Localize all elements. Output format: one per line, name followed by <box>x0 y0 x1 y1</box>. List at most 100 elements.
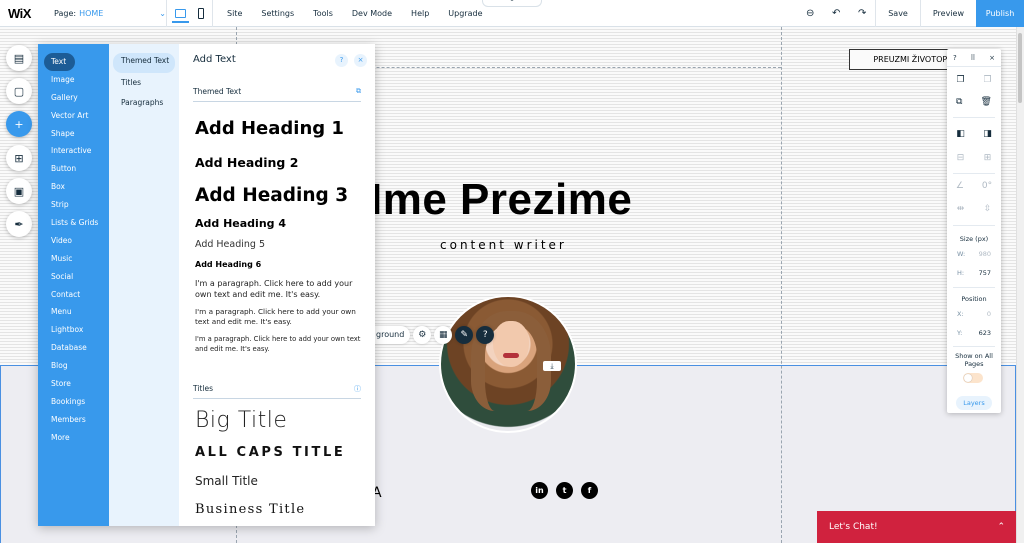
menu-upgrade[interactable]: Upgrade <box>448 9 482 18</box>
download-icon[interactable]: ⤓ <box>543 361 561 371</box>
twitter-icon[interactable]: t <box>556 482 573 499</box>
x-field[interactable]: X: 0 <box>957 310 991 318</box>
category-shape[interactable]: Shape <box>38 125 109 143</box>
menu-help[interactable]: Help <box>411 9 429 18</box>
category-store[interactable]: Store <box>38 375 109 393</box>
desktop-icon[interactable] <box>172 8 189 23</box>
size-label: Size (px) <box>959 235 989 243</box>
close-icon[interactable]: × <box>354 54 367 67</box>
category-gallery[interactable]: Gallery <box>38 89 109 107</box>
subcategory-titles[interactable]: Titles <box>109 75 179 95</box>
paragraph-1-preset[interactable]: I'm a paragraph. Click here to add your … <box>195 278 367 300</box>
match-size-icon[interactable]: ◨ <box>983 129 992 139</box>
page-selector[interactable]: Page: HOME ⌄ <box>54 9 166 18</box>
menu-settings[interactable]: Settings <box>261 9 294 18</box>
pages-menu-icon[interactable]: ▤ <box>6 45 32 71</box>
publish-button[interactable]: Publish <box>976 0 1024 27</box>
menu-site[interactable]: Site <box>227 9 242 18</box>
help-icon[interactable]: ? <box>953 54 957 62</box>
scrollbar[interactable] <box>1016 27 1024 543</box>
help-icon[interactable]: ? <box>335 54 348 67</box>
left-rail: ▤ ▢ + ⊞ ▣ ✒ <box>0 27 38 543</box>
media-icon[interactable]: ▣ <box>6 178 32 204</box>
category-video[interactable]: Video <box>38 232 109 250</box>
category-lists-grids[interactable]: Lists & Grids <box>38 214 109 232</box>
pen-nib-icon[interactable]: ✒ <box>6 211 32 237</box>
category-lightbox[interactable]: Lightbox <box>38 321 109 339</box>
copy-row: ❐ ❐ <box>947 75 1001 85</box>
category-database[interactable]: Database <box>38 339 109 357</box>
big-title-preset[interactable]: Big Title <box>195 408 287 433</box>
category-text[interactable]: Text <box>44 53 75 71</box>
heading-3-preset[interactable]: Add Heading 3 <box>195 185 348 206</box>
height-field[interactable]: H: 757 <box>957 269 991 277</box>
arrange-icon[interactable]: ◧ <box>956 129 965 139</box>
all-caps-title-preset[interactable]: ALL CAPS TITLE <box>195 445 345 460</box>
facebook-icon[interactable]: f <box>581 482 598 499</box>
rotation-value: 0° <box>981 181 993 191</box>
site-name-heading[interactable]: Ime Prezime <box>370 175 632 225</box>
heading-1-preset[interactable]: Add Heading 1 <box>195 118 344 139</box>
category-bookings[interactable]: Bookings <box>38 393 109 411</box>
info-icon[interactable]: ⓘ <box>354 384 361 394</box>
menu-dev-mode[interactable]: Dev Mode <box>352 9 392 18</box>
undo-icon[interactable]: ↶ <box>823 8 849 19</box>
trash-icon[interactable]: 🗑 <box>981 97 992 107</box>
category-button[interactable]: Button <box>38 160 109 178</box>
category-menu[interactable]: Menu <box>38 303 109 321</box>
business-title-preset[interactable]: Business Title <box>195 502 305 517</box>
heading-2-preset[interactable]: Add Heading 2 <box>195 155 298 170</box>
menu-tools[interactable]: Tools <box>313 9 333 18</box>
show-on-all-pages-toggle[interactable] <box>963 373 983 383</box>
category-strip[interactable]: Strip <box>38 196 109 214</box>
save-button[interactable]: Save <box>875 0 920 27</box>
category-contact[interactable]: Contact <box>38 286 109 304</box>
add-apps-icon[interactable]: ⊞ <box>6 145 32 171</box>
heading-6-preset[interactable]: Add Heading 6 <box>195 260 261 269</box>
subcategory-paragraphs[interactable]: Paragraphs <box>109 95 179 115</box>
width-field[interactable]: W: 980 <box>957 250 991 258</box>
flip-horizontal-icon: ⇹ <box>956 204 965 214</box>
device-switcher <box>167 0 212 27</box>
scrollbar-thumb[interactable] <box>1018 33 1022 103</box>
small-title-preset[interactable]: Small Title <box>195 474 258 488</box>
add-icon[interactable]: + <box>6 111 32 137</box>
subcategory-themed-text[interactable]: Themed Text <box>113 53 175 73</box>
layout-icon[interactable]: ▦ <box>434 326 453 344</box>
mobile-icon[interactable] <box>198 7 204 19</box>
theme-icon[interactable]: ⧉ <box>356 87 361 96</box>
help-icon[interactable]: ? <box>476 326 495 344</box>
background-icon[interactable]: ▢ <box>6 78 32 104</box>
category-image[interactable]: Image <box>38 71 109 89</box>
y-field[interactable]: Y: 623 <box>957 329 991 337</box>
component-inspector-panel: ? ⠿ × ❐ ❐ ⧉ 🗑 ◧ ◨ ⊟ ⊞ ∠ 0° ⇹ ⇳ Size (px)… <box>947 49 1001 413</box>
gear-icon[interactable]: ⚙ <box>413 326 432 344</box>
redo-icon[interactable]: ↷ <box>849 8 875 19</box>
linkedin-icon[interactable]: in <box>531 482 548 499</box>
layers-button[interactable]: Layers <box>956 396 992 410</box>
category-more[interactable]: More <box>38 429 109 447</box>
heading-4-preset[interactable]: Add Heading 4 <box>195 217 286 230</box>
close-icon[interactable]: × <box>989 54 995 62</box>
category-interactive[interactable]: Interactive <box>38 142 109 160</box>
chat-widget[interactable]: Let's Chat! ⌃ <box>817 511 1017 543</box>
pen-icon[interactable]: ✎ <box>455 326 474 344</box>
copy-icon[interactable]: ❐ <box>956 75 964 85</box>
profile-photo[interactable]: ⤓ <box>439 295 577 433</box>
category-music[interactable]: Music <box>38 250 109 268</box>
drag-handle-icon[interactable]: ⠿ <box>970 54 975 62</box>
category-blog[interactable]: Blog <box>38 357 109 375</box>
paragraph-2-preset[interactable]: I'm a paragraph. Click here to add your … <box>195 307 367 327</box>
category-social[interactable]: Social <box>38 268 109 286</box>
collapse-topbar-tab[interactable]: ⌃ <box>482 0 542 7</box>
category-box[interactable]: Box <box>38 178 109 196</box>
category-vector-art[interactable]: Vector Art <box>38 107 109 125</box>
category-members[interactable]: Members <box>38 411 109 429</box>
zoom-out-icon[interactable]: ⊖ <box>797 8 823 19</box>
heading-5-preset[interactable]: Add Heading 5 <box>195 239 265 250</box>
divider <box>953 346 995 347</box>
duplicate-icon[interactable]: ⧉ <box>956 97 962 107</box>
preview-button[interactable]: Preview <box>919 0 976 27</box>
paragraph-3-preset[interactable]: I'm a paragraph. Click here to add your … <box>195 335 373 354</box>
site-role-text[interactable]: content writer <box>440 238 567 252</box>
